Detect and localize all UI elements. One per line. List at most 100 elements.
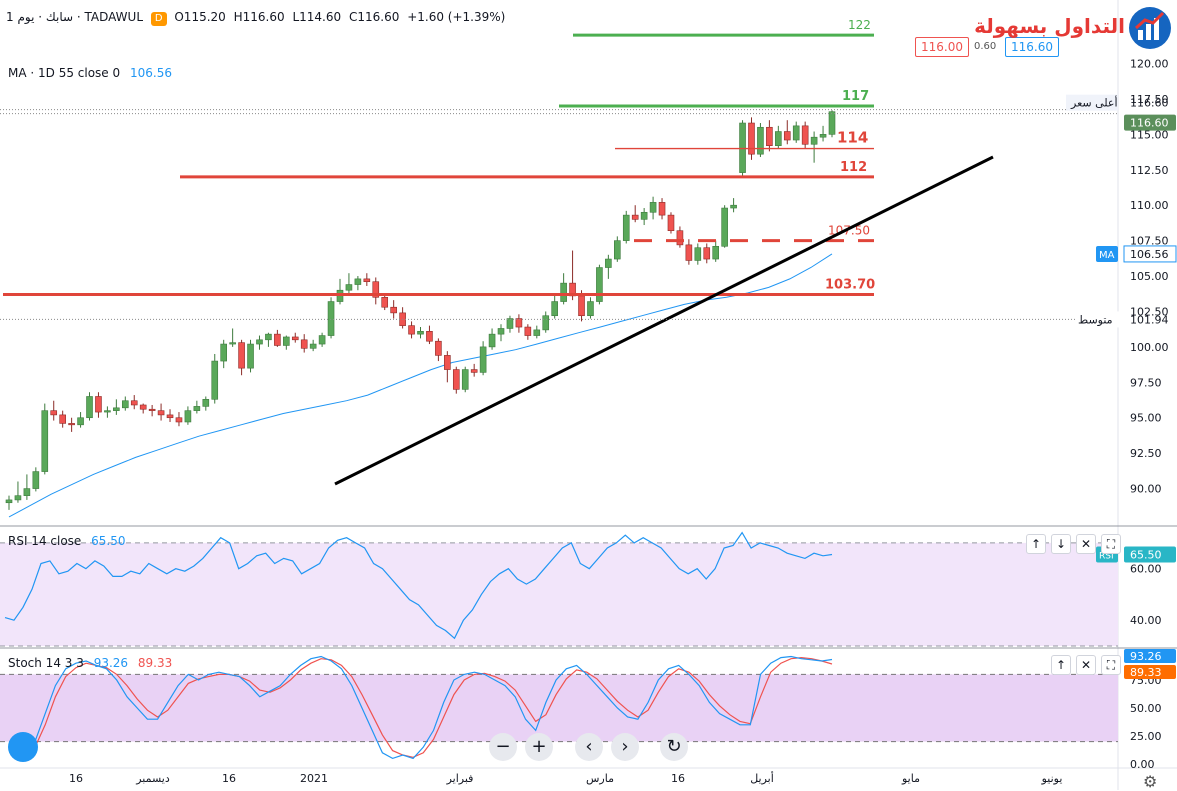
price-tick-label: 97.50 (1130, 376, 1162, 389)
candle-body (435, 340, 442, 356)
buy-button[interactable]: 116.60 (1005, 37, 1059, 57)
candle-body (819, 134, 827, 138)
candle-body (41, 410, 49, 472)
stoch-d-tag-text: 89.33 (1130, 666, 1162, 679)
candle-body (417, 331, 424, 335)
candle-body (721, 207, 728, 247)
scroll-right-button[interactable]: › (611, 733, 639, 761)
candle-body (712, 245, 720, 260)
price-tick-label: 92.50 (1130, 447, 1162, 460)
time-tick-label: مارس (586, 772, 614, 785)
candle-body (676, 230, 684, 246)
candle-body (50, 410, 58, 416)
time-tick-label: يونيو (1041, 772, 1063, 785)
time-tick-label: 16 (69, 772, 83, 785)
candle-body (587, 301, 594, 317)
candle-body (283, 336, 290, 346)
time-tick-label: 2021 (300, 772, 328, 785)
candle-body (381, 296, 389, 308)
candle-body (560, 282, 567, 302)
tradingview-icon[interactable] (8, 732, 38, 762)
candle-body (318, 335, 326, 345)
close-pane-button[interactable]: ✕ (1076, 534, 1096, 554)
reset-chart-button[interactable]: ↻ (660, 733, 688, 761)
candle-body (202, 399, 210, 407)
time-tick-label: 16 (222, 772, 236, 785)
candle-body (86, 396, 93, 419)
sell-button[interactable]: 116.00 (915, 37, 969, 57)
rsi-tick-label: 60.00 (1130, 563, 1162, 576)
candle-body (309, 343, 317, 349)
stoch-tick-label: 0.00 (1130, 758, 1155, 771)
rsi-band (0, 542, 1118, 646)
candle-body (739, 122, 746, 173)
candle-body (605, 258, 612, 268)
candle-body (479, 346, 487, 373)
ma-value: 106.56 (129, 66, 172, 80)
time-tick-label: 16 (671, 772, 685, 785)
move-up-button[interactable]: ↑ (1026, 534, 1046, 554)
price-tick-label: 100.00 (1130, 341, 1169, 354)
price-tick-label: 95.00 (1130, 412, 1162, 425)
price-level-label: 117 (842, 89, 869, 104)
candle-body (14, 495, 22, 501)
high-value: H116.60 (233, 10, 285, 24)
candle-body (291, 336, 299, 341)
stoch-legend[interactable]: Stoch 14 3 3 93.26 89.33 (8, 656, 172, 670)
maximize-pane-button[interactable]: ⛶ (1101, 534, 1121, 554)
candle-body (622, 214, 630, 241)
stoch-k-value: 93.26 (93, 656, 129, 670)
candle-body (685, 244, 693, 261)
chart-canvas[interactable]: 90.0092.5095.0097.50100.00102.50105.0010… (0, 0, 1177, 790)
candle-body (444, 355, 451, 370)
price-level-label: 114 (837, 129, 868, 147)
stoch-tick-label: 25.00 (1130, 730, 1162, 743)
candle-body (810, 136, 818, 145)
candle-body (121, 400, 129, 409)
candle-body (139, 404, 147, 410)
candle-body (596, 267, 603, 302)
candle-body (730, 204, 737, 209)
candle-body (211, 360, 219, 400)
candle-body (775, 131, 782, 146)
stoch-band (0, 674, 1118, 742)
spread-value: 0.60 (974, 41, 997, 52)
candle-body (551, 301, 558, 317)
candle-body (247, 343, 254, 369)
candle-body (77, 417, 84, 426)
candle-body (426, 331, 433, 342)
move-down-button[interactable]: ↓ (1051, 534, 1071, 554)
stoch-label: Stoch 14 3 3 (8, 656, 84, 670)
candle-body (783, 131, 791, 141)
candle-body (542, 315, 550, 331)
zoom-in-button[interactable]: + (525, 733, 553, 761)
rsi-legend[interactable]: RSI 14 close 65.50 (8, 534, 126, 548)
high-value-text: 116.60 (1130, 97, 1169, 110)
settings-gear-icon[interactable]: ⚙ (1143, 772, 1157, 791)
time-tick-label: مايو (901, 772, 920, 785)
candle-body (488, 333, 496, 348)
stoch-d-value: 89.33 (137, 656, 173, 670)
stoch-maximize-pane-button[interactable]: ⛶ (1101, 655, 1121, 675)
symbol-title[interactable]: سابك · يوم 1 · TADAWUL (6, 10, 143, 24)
rsi-value: 65.50 (91, 534, 126, 548)
candle-body (175, 417, 183, 423)
candle-body (631, 214, 639, 220)
zoom-out-button[interactable]: − (489, 733, 517, 761)
stoch-close-pane-button[interactable]: ✕ (1076, 655, 1096, 675)
candle-body (68, 423, 75, 426)
price-tick-label: 120.00 (1130, 58, 1169, 71)
price-tick-label: 112.50 (1130, 164, 1169, 177)
candle-body (238, 342, 245, 369)
candle-body (703, 247, 711, 260)
ma-legend[interactable]: MA · 1D 55 close 0 106.56 (8, 66, 172, 80)
close-value: C116.60 (348, 10, 400, 24)
last-price-text: 116.60 (1130, 117, 1169, 130)
candle-body (113, 407, 120, 411)
scroll-left-button[interactable]: ‹ (575, 733, 603, 761)
rsi-value-text: 65.50 (1130, 548, 1162, 561)
candle-body (193, 406, 201, 411)
candle-body (524, 326, 532, 336)
stoch-move-up-button[interactable]: ↑ (1051, 655, 1071, 675)
change-value: +1.60 (+1.39%) (407, 10, 506, 24)
